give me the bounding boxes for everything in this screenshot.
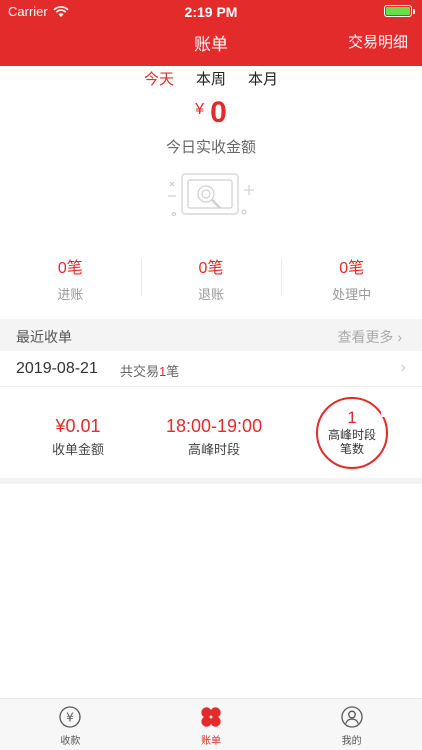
- day-row[interactable]: 2019-08-21 共交易1笔 ›: [0, 351, 422, 387]
- peak-count-label-line1: 高峰时段: [327, 428, 376, 442]
- stat-value: 0笔: [339, 260, 365, 277]
- period-tabs: 今天 本周 本月: [0, 68, 422, 90]
- tab-this-week[interactable]: 本周: [196, 68, 226, 90]
- tab-this-month[interactable]: 本月: [248, 68, 278, 90]
- view-more-label: 查看更多: [337, 329, 394, 345]
- stat-value: 0笔: [198, 260, 224, 277]
- view-more-link[interactable]: 查看更多 ›: [337, 327, 402, 347]
- clover-icon: [201, 707, 221, 727]
- top-header: Carrier 2:19 PM 账单 交易明细: [0, 0, 422, 66]
- stat-label: 处理中: [332, 287, 372, 302]
- day-count: 共交易1笔: [120, 361, 179, 380]
- summary-amount-label: 收单金额: [52, 442, 105, 457]
- user-circle-icon: [341, 706, 363, 728]
- status-time: 2:19 PM: [184, 4, 238, 20]
- recent-orders-header: 最近收单 查看更多 ›: [0, 319, 422, 351]
- chevron-right-icon: ›: [400, 359, 406, 376]
- tab-today[interactable]: 今天: [144, 68, 174, 90]
- tab-label: 收款: [60, 736, 81, 747]
- stat-label: 进账: [57, 287, 84, 302]
- stat-refund[interactable]: 0笔 退账: [140, 254, 282, 304]
- tab-receive[interactable]: ¥ 收款: [0, 699, 141, 750]
- stat-processing[interactable]: 0笔 处理中: [281, 254, 422, 304]
- chevron-right-icon: ›: [397, 329, 402, 345]
- tab-bill[interactable]: 账单: [141, 699, 282, 750]
- transaction-detail-link[interactable]: 交易明细: [348, 31, 408, 52]
- stat-label: 退账: [198, 287, 225, 302]
- summary-amount-value: ¥0.01: [55, 416, 101, 436]
- currency-symbol: ¥: [195, 101, 205, 118]
- bottom-tab-bar: ¥ 收款 账单 我的: [0, 698, 422, 750]
- summary-peak-time-label: 高峰时段: [188, 442, 241, 457]
- svg-text:¥: ¥: [67, 711, 75, 725]
- today-amount-value: 0: [210, 96, 227, 129]
- peak-count-label-line2: 笔数: [339, 442, 364, 456]
- stat-incoming[interactable]: 0笔 进账: [0, 254, 141, 304]
- peak-count-ring: 1 高峰时段 笔数: [316, 397, 389, 469]
- today-amount-label: 今日实收金额: [165, 139, 256, 156]
- day-count-suffix: 笔: [166, 364, 180, 379]
- peak-count-value: 1: [347, 408, 357, 427]
- day-date: 2019-08-21: [16, 360, 98, 377]
- yen-circle-icon: ¥: [59, 706, 81, 728]
- today-amount: ¥0: [0, 96, 422, 130]
- stats-row: 0笔 进账 0笔 退账 0笔 处理中: [0, 254, 422, 304]
- recent-orders-title: 最近收单: [16, 329, 72, 345]
- summary-peak-time: 18:00-19:00 高峰时段: [166, 416, 262, 458]
- summary-amount: ¥0.01 收单金额: [52, 416, 104, 458]
- empty-wallet-illustration-icon: [168, 173, 254, 217]
- stat-value: 0笔: [57, 260, 83, 277]
- status-bar: Carrier 2:19 PM: [0, 0, 422, 22]
- day-summary: ¥0.01 收单金额 18:00-19:00 高峰时段 1 高峰时段 笔数: [0, 388, 422, 478]
- tab-mine[interactable]: 我的: [281, 699, 422, 750]
- section-divider: [0, 478, 422, 484]
- battery-icon: [384, 5, 415, 17]
- day-count-prefix: 共交易: [120, 364, 160, 379]
- summary-peak-time-value: 18:00-19:00: [166, 416, 263, 436]
- tab-label: 账单: [201, 736, 221, 747]
- tab-label: 我的: [341, 736, 362, 747]
